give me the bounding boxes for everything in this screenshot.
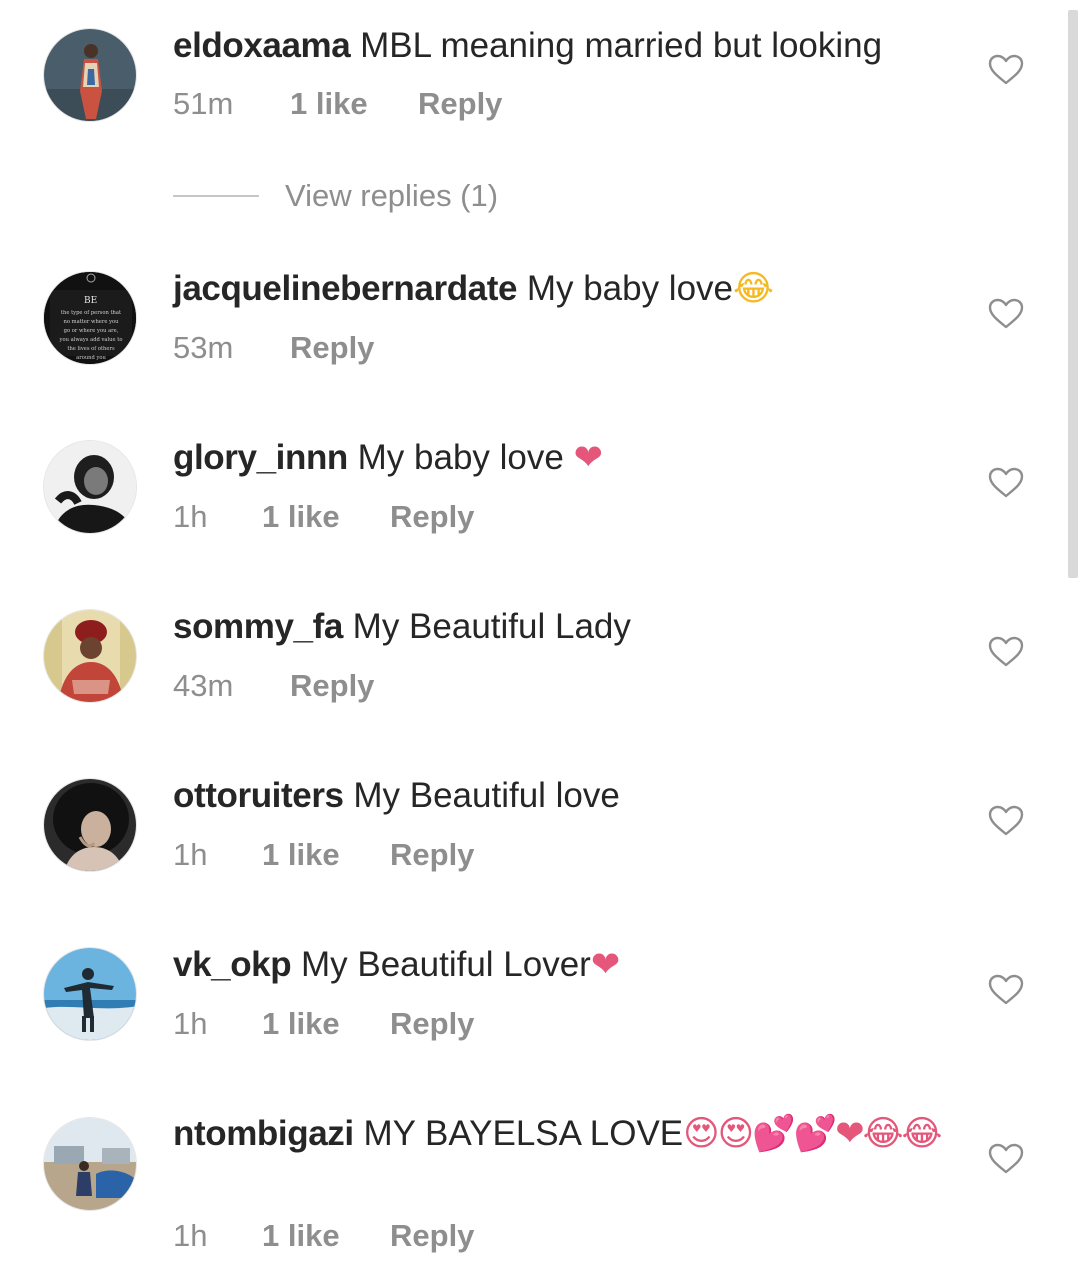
- heart-outline-icon[interactable]: [988, 974, 1024, 1006]
- avatar[interactable]: [43, 947, 137, 1041]
- scrollbar[interactable]: [1068, 10, 1078, 578]
- avatar[interactable]: [43, 778, 137, 872]
- comment-text: eldoxaama MBL meaning married but lookin…: [173, 24, 963, 68]
- avatar[interactable]: [43, 440, 137, 534]
- comment-text: vk_okp My Beautiful Lover❤: [173, 943, 963, 987]
- view-replies-divider: [173, 195, 259, 197]
- comment-body: My Beautiful Lover: [300, 945, 591, 984]
- comment-body: My baby love: [357, 438, 564, 477]
- comment-likes[interactable]: 1 like: [262, 1216, 390, 1256]
- comment-meta: 1h 1 like Reply: [173, 497, 474, 537]
- comment-text: glory_innn My baby love ❤: [173, 436, 963, 480]
- comment-time: 1h: [173, 499, 208, 534]
- comment-username[interactable]: vk_okp: [173, 945, 292, 984]
- comment-likes[interactable]: 1 like: [290, 84, 418, 124]
- comment-username[interactable]: glory_innn: [173, 438, 348, 477]
- comment-emojis: 😂: [733, 269, 774, 309]
- comment-text: ntombigazi MY BAYELSA LOVE😍😍💕💕❤😂😂: [173, 1112, 963, 1156]
- comment-likes[interactable]: 1 like: [262, 835, 390, 875]
- avatar-quote-line: the lives of others: [67, 346, 115, 352]
- comment-meta: 1h 1 like Reply: [173, 835, 474, 875]
- avatar[interactable]: [43, 1117, 137, 1211]
- avatar-quote-line: you always add value to: [59, 337, 123, 343]
- view-replies[interactable]: View replies (1): [173, 176, 498, 216]
- heart-outline-icon[interactable]: [988, 54, 1024, 86]
- comment-username[interactable]: ntombigazi: [173, 1114, 354, 1153]
- avatar-quote-line: the type of person that: [61, 310, 122, 316]
- reply-button[interactable]: Reply: [390, 1004, 474, 1044]
- comment-meta: 51m 1 like Reply: [173, 84, 502, 124]
- comment-body: My Beautiful love: [353, 776, 620, 815]
- comment-text: sommy_fa My Beautiful Lady: [173, 605, 963, 649]
- view-replies-label[interactable]: View replies (1): [285, 178, 498, 214]
- heart-outline-icon[interactable]: [988, 298, 1024, 330]
- comment-username[interactable]: eldoxaama: [173, 26, 351, 65]
- comment-meta: 43m Reply: [173, 666, 374, 706]
- comment-time: 1h: [173, 837, 208, 872]
- comment-body: MY BAYELSA LOVE: [363, 1114, 684, 1153]
- comment-emojis: ❤: [590, 945, 621, 985]
- comment-username[interactable]: ottoruiters: [173, 776, 344, 815]
- comment-meta: 53m Reply: [173, 328, 374, 368]
- avatar[interactable]: BE the type of person that no matter whe…: [43, 271, 137, 365]
- comment-body: My baby love: [526, 269, 734, 308]
- reply-button[interactable]: Reply: [290, 666, 374, 706]
- heart-outline-icon[interactable]: [988, 1143, 1024, 1175]
- comment-meta: 1h 1 like Reply: [173, 1004, 474, 1044]
- avatar[interactable]: [43, 28, 137, 122]
- reply-button[interactable]: Reply: [418, 84, 502, 124]
- comment-emojis: 😍😍💕💕❤😂😂: [683, 1114, 942, 1154]
- avatar-quote-line: around you: [76, 355, 106, 361]
- heart-outline-icon[interactable]: [988, 805, 1024, 837]
- reply-button[interactable]: Reply: [390, 835, 474, 875]
- comment-time: 51m: [173, 86, 234, 121]
- comment-emojis: ❤: [573, 438, 603, 478]
- comment-likes[interactable]: 1 like: [262, 1004, 390, 1044]
- comment-text: jacquelinebernardate My baby love😂: [173, 267, 963, 311]
- comment-time: 53m: [173, 330, 234, 365]
- comment-time: 1h: [173, 1006, 208, 1041]
- heart-outline-icon[interactable]: [988, 467, 1024, 499]
- comment-body: My Beautiful Lady: [352, 607, 631, 646]
- comment-time: 43m: [173, 668, 234, 703]
- reply-button[interactable]: Reply: [390, 497, 474, 537]
- comment-text: ottoruiters My Beautiful love: [173, 774, 963, 818]
- avatar[interactable]: [43, 609, 137, 703]
- avatar-quote-line: go or where you are,: [64, 328, 119, 334]
- heart-outline-icon[interactable]: [988, 636, 1024, 668]
- comment-body: MBL meaning married but looking: [360, 26, 883, 65]
- comment-likes[interactable]: 1 like: [262, 497, 390, 537]
- reply-button[interactable]: Reply: [390, 1216, 474, 1256]
- comment-time: 1h: [173, 1218, 208, 1253]
- avatar-quote-line: BE: [84, 296, 97, 306]
- reply-button[interactable]: Reply: [290, 328, 374, 368]
- comment-username[interactable]: sommy_fa: [173, 607, 343, 646]
- comment-meta: 1h 1 like Reply: [173, 1216, 474, 1256]
- comment-username[interactable]: jacquelinebernardate: [173, 269, 517, 308]
- avatar-quote-line: no matter where you: [64, 319, 120, 325]
